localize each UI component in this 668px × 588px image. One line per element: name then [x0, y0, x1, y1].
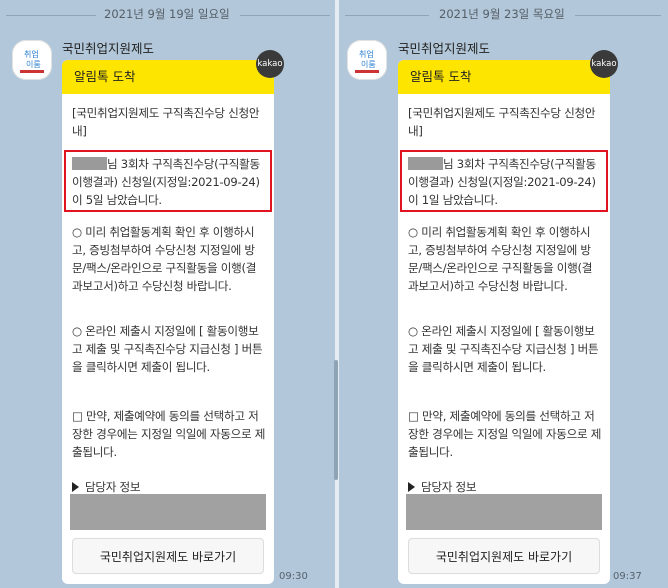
message-para2: ○ 온라인 제출시 지정일에 [ 활동이행보고 제출 및 구직촉진수당 지급신청…	[72, 324, 263, 374]
date-divider-line	[345, 15, 429, 16]
work-together-logo: 취업 이룸	[20, 50, 44, 73]
go-to-site-button[interactable]: 국민취업지원제도 바로가기	[408, 538, 600, 574]
highlight-box	[400, 150, 608, 212]
highlight-box	[64, 150, 272, 212]
bubble-header: 알림톡 도착	[62, 60, 274, 94]
message-para3: □ 만약, 제출예약에 동의를 선택하고 저장한 경우에는 지정일 익일에 자동…	[408, 409, 602, 459]
message-time: 09:30	[279, 571, 308, 582]
date-divider-line	[6, 15, 96, 16]
staff-label-text: 담당자 정보	[85, 480, 141, 494]
svg-text:취업: 취업	[24, 50, 39, 59]
triangle-right-icon	[408, 482, 415, 492]
work-together-logo: 취업 이룸	[355, 50, 379, 73]
date-divider-line	[240, 15, 330, 16]
triangle-right-icon	[72, 482, 79, 492]
message-time: 09:37	[613, 571, 642, 582]
scrollbar[interactable]	[334, 360, 338, 480]
svg-text:이룸: 이룸	[26, 59, 41, 69]
message-para3: □ 만약, 제출예약에 동의를 선택하고 저장한 경우에는 지정일 익일에 자동…	[72, 409, 266, 459]
chat-pane-left[interactable]: 2021년 9월 19일 일요일 취업 이룸 국민취업지원제도 알림톡 도착 […	[0, 0, 335, 588]
kakao-badge: kakao	[256, 50, 284, 78]
svg-text:이룸: 이룸	[361, 59, 376, 69]
alimtalk-bubble: 알림톡 도착 [국민취업지원제도 구직촉진수당 신청안내] 님 3회차 구직촉진…	[398, 60, 610, 584]
staff-info-masked	[70, 494, 266, 530]
staff-info-masked	[406, 494, 602, 530]
alimtalk-bubble: 알림톡 도착 [국민취업지원제도 구직촉진수당 신청안내] 님 3회차 구직촉진…	[62, 60, 274, 584]
date-divider: 2021년 9월 19일 일요일	[104, 7, 230, 21]
message-intro: [국민취업지원제도 구직촉진수당 신청안내]	[408, 106, 596, 138]
message-para2: ○ 온라인 제출시 지정일에 [ 활동이행보고 제출 및 구직촉진수당 지급신청…	[408, 324, 599, 374]
date-divider-line	[575, 15, 661, 16]
sender-avatar[interactable]: 취업 이룸	[347, 40, 387, 80]
svg-text:취업: 취업	[359, 50, 374, 59]
sender-name: 국민취업지원제도	[62, 41, 155, 56]
sender-avatar[interactable]: 취업 이룸	[12, 40, 52, 80]
staff-label-text: 담당자 정보	[421, 480, 477, 494]
date-divider: 2021년 9월 23일 목요일	[439, 7, 565, 21]
bubble-header: 알림톡 도착	[398, 60, 610, 94]
message-para1: ○ 미리 취업활동계획 확인 후 이행하시고, 증빙첨부하여 수당신청 지정일에…	[408, 225, 593, 293]
kakao-badge: kakao	[590, 50, 618, 78]
message-intro: [국민취업지원제도 구직촉진수당 신청안내]	[72, 106, 260, 138]
message-para1: ○ 미리 취업활동계획 확인 후 이행하시고, 증빙첨부하여 수당신청 지정일에…	[72, 225, 257, 293]
go-to-site-button[interactable]: 국민취업지원제도 바로가기	[72, 538, 264, 574]
sender-name: 국민취업지원제도	[398, 41, 491, 56]
chat-pane-right[interactable]: 2021년 9월 23일 목요일 취업 이룸 국민취업지원제도 알림톡 도착 […	[339, 0, 668, 588]
